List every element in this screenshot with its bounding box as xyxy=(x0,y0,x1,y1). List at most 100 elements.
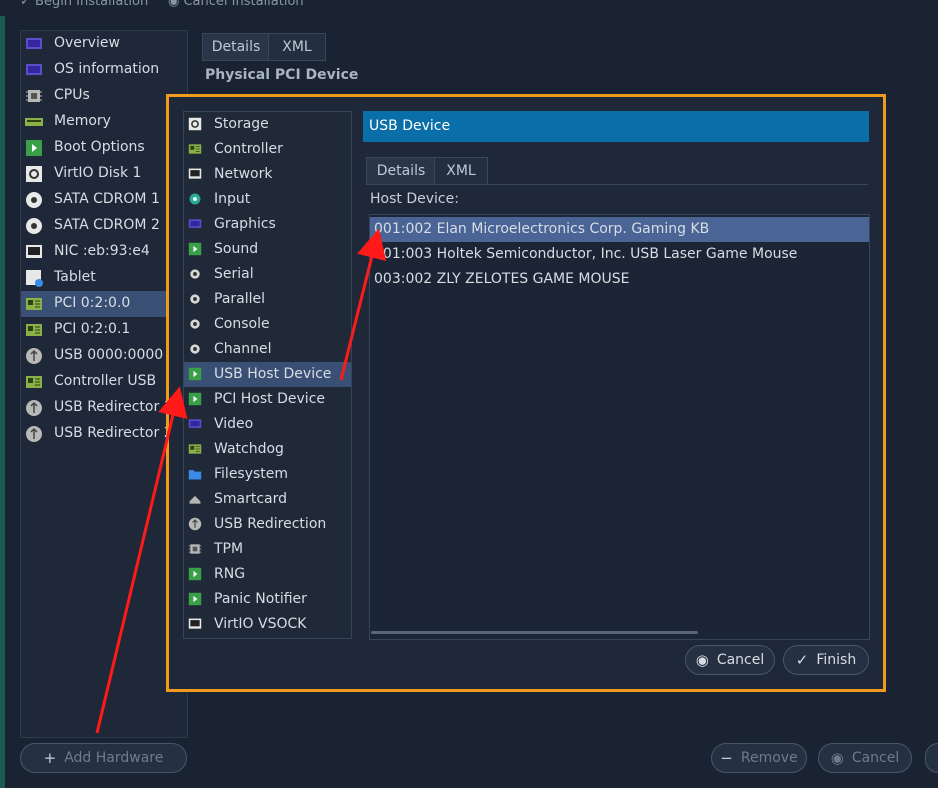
controller-icon xyxy=(25,373,43,391)
sidebar-item-usb-redirector-1[interactable]: USB Redirector 1 xyxy=(21,395,187,421)
sidebar-item-nic-eb-93-e4[interactable]: NIC :eb:93:e4 xyxy=(21,239,187,265)
add-hardware-button[interactable]: + Add Hardware xyxy=(20,743,187,773)
hardware-item-video[interactable]: Video xyxy=(184,412,351,437)
smartcard-icon xyxy=(188,492,202,506)
host-device-list[interactable]: 001:002 Elan Microelectronics Corp. Gami… xyxy=(369,214,870,640)
sidebar-item-usb-redirector-2[interactable]: USB Redirector 2 xyxy=(21,421,187,447)
dialog-tab-xml[interactable]: XML xyxy=(434,157,488,185)
controller-icon xyxy=(188,142,202,156)
hardware-item-label: TPM xyxy=(214,541,244,557)
hardware-item-label: Channel xyxy=(214,341,272,357)
dialog-tab-details[interactable]: Details xyxy=(366,157,436,185)
network-icon xyxy=(188,167,202,181)
vm-hardware-sidebar: Overview OS information CPUs Memory Boot Opt… xyxy=(20,30,188,738)
sidebar-item-label: SATA CDROM 2 xyxy=(54,217,160,233)
hardware-item-label: Console xyxy=(214,316,270,332)
cancel-button[interactable]: ◉ Cancel xyxy=(685,645,775,675)
sidebar-item-overview[interactable]: Overview xyxy=(21,31,187,57)
hardware-item-label: Network xyxy=(214,166,273,182)
hardware-item-watchdog[interactable]: Watchdog xyxy=(184,437,351,462)
cdrom-icon xyxy=(25,217,43,235)
hardware-item-label: Input xyxy=(214,191,251,207)
sidebar-item-pci-0-2-0-1[interactable]: PCI 0:2:0.1 xyxy=(21,317,187,343)
host-device-row[interactable]: 001:002 Elan Microelectronics Corp. Gami… xyxy=(370,217,869,242)
sidebar-item-boot-options[interactable]: Boot Options xyxy=(21,135,187,161)
sidebar-item-sata-cdrom-2[interactable]: SATA CDROM 2 xyxy=(21,213,187,239)
bottom-cancel-button[interactable]: ◉ Cancel xyxy=(818,743,912,773)
sidebar-item-usb-0000-0000[interactable]: USB 0000:0000 xyxy=(21,343,187,369)
hardware-item-pci-host-device[interactable]: PCI Host Device xyxy=(184,387,351,412)
rng-icon xyxy=(188,567,202,581)
tab-divider xyxy=(366,184,868,185)
usb-icon xyxy=(25,425,43,443)
sidebar-item-virtio-disk-1[interactable]: VirtIO Disk 1 xyxy=(21,161,187,187)
sidebar-item-label: NIC :eb:93:e4 xyxy=(54,243,150,259)
hardware-item-panic-notifier[interactable]: Panic Notifier xyxy=(184,587,351,612)
sidebar-item-label: USB Redirector 2 xyxy=(54,425,173,441)
hardware-item-label: Filesystem xyxy=(214,466,289,482)
hardware-item-console[interactable]: Console xyxy=(184,312,351,337)
plus-icon: + xyxy=(43,749,57,767)
hardware-item-controller[interactable]: Controller xyxy=(184,137,351,162)
disk-icon xyxy=(25,165,43,183)
hardware-item-virtio-vsock[interactable]: VirtIO VSOCK xyxy=(184,612,351,637)
hardware-item-tpm[interactable]: TPM xyxy=(184,537,351,562)
sidebar-item-tablet[interactable]: Tablet xyxy=(21,265,187,291)
host-device-row[interactable]: 001:003 Holtek Semiconductor, Inc. USB L… xyxy=(370,242,869,267)
sidebar-item-cpus[interactable]: CPUs xyxy=(21,83,187,109)
hardware-item-channel[interactable]: Channel xyxy=(184,337,351,362)
cancel-installation-button[interactable]: ◉ Cancel Installation xyxy=(168,0,304,9)
sidebar-item-label: USB Redirector 1 xyxy=(54,399,173,415)
sidebar-item-label: Tablet xyxy=(54,269,96,285)
monitor-icon xyxy=(25,35,43,53)
hardware-item-input[interactable]: Input xyxy=(184,187,351,212)
channel-icon xyxy=(188,342,202,356)
hardware-item-usb-host-device[interactable]: USB Host Device xyxy=(184,362,351,387)
sidebar-item-memory[interactable]: Memory xyxy=(21,109,187,135)
apply-button[interactable] xyxy=(925,743,938,773)
host-device-label-text: 001:003 Holtek Semiconductor, Inc. USB L… xyxy=(374,246,798,262)
host-device-row[interactable]: 003:002 ZLY ZELOTES GAME MOUSE xyxy=(370,267,869,292)
sidebar-item-label: SATA CDROM 1 xyxy=(54,191,160,207)
sidebar-item-label: PCI 0:2:0.1 xyxy=(54,321,131,337)
sidebar-item-label: Memory xyxy=(54,113,111,129)
hardware-item-label: USB Redirection xyxy=(214,516,327,532)
hardware-item-filesystem[interactable]: Filesystem xyxy=(184,462,351,487)
hardware-item-sound[interactable]: Sound xyxy=(184,237,351,262)
sidebar-item-label: OS information xyxy=(54,61,160,77)
hardware-item-parallel[interactable]: Parallel xyxy=(184,287,351,312)
input-icon xyxy=(188,192,202,206)
horizontal-scrollbar[interactable] xyxy=(371,631,698,634)
hardware-item-label: RNG xyxy=(214,566,246,582)
sidebar-item-label: Controller USB xyxy=(54,373,157,389)
graphics-icon xyxy=(188,217,202,231)
hardware-item-label: Video xyxy=(214,416,254,432)
storage-icon xyxy=(188,117,202,131)
hardware-item-storage[interactable]: Storage xyxy=(184,112,351,137)
tab-xml[interactable]: XML xyxy=(268,33,326,61)
hardware-item-label: Serial xyxy=(214,266,254,282)
begin-installation-button[interactable]: ✓ Begin Installation xyxy=(20,0,148,9)
hardware-item-rng[interactable]: RNG xyxy=(184,562,351,587)
hardware-item-label: Sound xyxy=(214,241,259,257)
hardware-item-label: Panic Notifier xyxy=(214,591,307,607)
monitor-icon xyxy=(25,61,43,79)
tab-details[interactable]: Details xyxy=(202,33,270,61)
sidebar-item-label: VirtIO Disk 1 xyxy=(54,165,142,181)
sidebar-item-sata-cdrom-1[interactable]: SATA CDROM 1 xyxy=(21,187,187,213)
sidebar-item-os-information[interactable]: OS information xyxy=(21,57,187,83)
finish-button[interactable]: ✓ Finish xyxy=(783,645,869,675)
hardware-item-smartcard[interactable]: Smartcard xyxy=(184,487,351,512)
remove-button[interactable]: − Remove xyxy=(711,743,807,773)
hardware-item-graphics[interactable]: Graphics xyxy=(184,212,351,237)
sidebar-item-controller-usb[interactable]: Controller USB xyxy=(21,369,187,395)
hardware-item-network[interactable]: Network xyxy=(184,162,351,187)
hardware-item-serial[interactable]: Serial xyxy=(184,262,351,287)
sidebar-item-label: Overview xyxy=(54,35,120,51)
hardware-item-label: Controller xyxy=(214,141,283,157)
sidebar-item-pci-0-2-0-0[interactable]: PCI 0:2:0.0 xyxy=(21,291,187,317)
check-icon: ✓ xyxy=(795,651,809,669)
hardware-item-label: PCI Host Device xyxy=(214,391,326,407)
hardware-item-usb-redirection[interactable]: USB Redirection xyxy=(184,512,351,537)
minus-icon: − xyxy=(720,749,733,767)
